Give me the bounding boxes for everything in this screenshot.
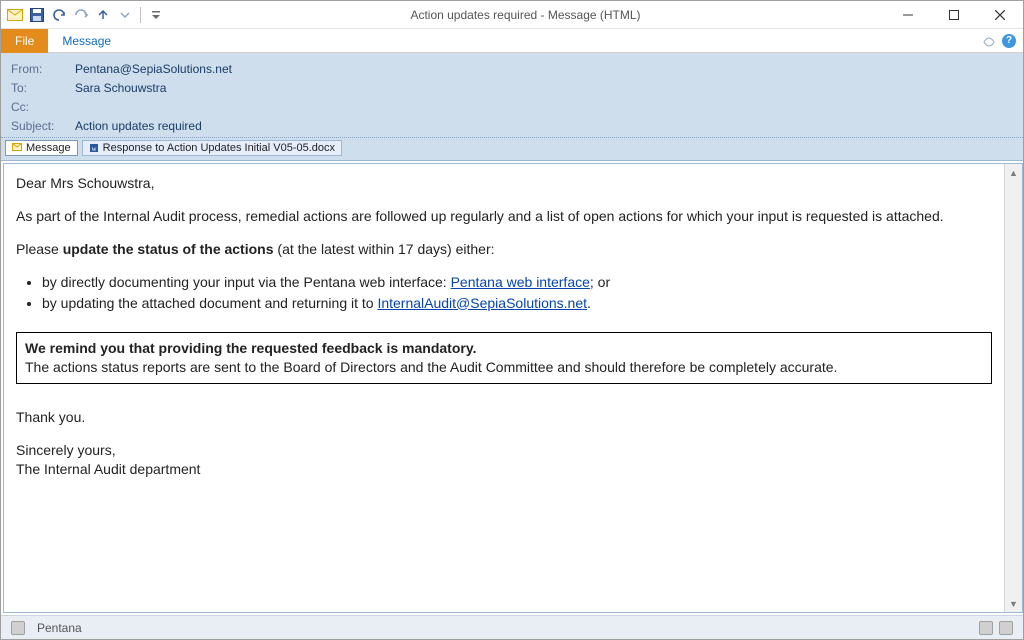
internal-audit-email-link[interactable]: InternalAudit@SepiaSolutions.net — [377, 295, 587, 311]
message-body-frame: Dear Mrs Schouwstra, As part of the Inte… — [3, 163, 1023, 613]
minimize-button[interactable] — [885, 1, 931, 29]
status-icon-1[interactable] — [979, 621, 993, 635]
vertical-scrollbar[interactable]: ▲ ▼ — [1004, 164, 1022, 612]
to-label: To: — [11, 81, 75, 95]
scroll-track[interactable] — [1005, 181, 1022, 595]
list-item: by directly documenting your input via t… — [42, 273, 992, 292]
message-header: From: Pentana@SepiaSolutions.net To: Sar… — [1, 53, 1023, 138]
subject-row: Subject: Action updates required — [11, 116, 1013, 135]
attachment-docx-tab[interactable]: w Response to Action Updates Initial V05… — [82, 140, 342, 156]
cc-row: Cc: — [11, 97, 1013, 116]
title-bar: Action updates required - Message (HTML) — [1, 1, 1023, 29]
attachment-message-tab[interactable]: Message — [5, 140, 78, 156]
ribbon-tabs: File Message ? — [1, 29, 1023, 53]
list-item: by updating the attached document and re… — [42, 294, 992, 313]
redo-icon[interactable] — [71, 5, 91, 25]
attachment-message-label: Message — [26, 142, 71, 154]
next-item-icon[interactable] — [115, 5, 135, 25]
maximize-button[interactable] — [931, 1, 977, 29]
to-row: To: Sara Schouwstra — [11, 78, 1013, 97]
from-row: From: Pentana@SepiaSolutions.net — [11, 59, 1013, 78]
status-bar: Pentana — [1, 615, 1023, 639]
options-list: by directly documenting your input via t… — [42, 273, 992, 313]
help-icon[interactable]: ? — [1001, 33, 1017, 49]
pentana-web-link[interactable]: Pentana web interface — [451, 274, 590, 290]
message-mini-icon — [12, 143, 22, 153]
tab-file[interactable]: File — [1, 29, 48, 53]
word-doc-icon: w — [89, 143, 99, 153]
scroll-down-icon[interactable]: ▼ — [1005, 595, 1022, 612]
scroll-up-icon[interactable]: ▲ — [1005, 164, 1022, 181]
window-controls — [885, 1, 1023, 28]
signature: The Internal Audit department — [16, 460, 992, 479]
quick-access-toolbar — [1, 1, 166, 28]
window-title: Action updates required - Message (HTML) — [166, 1, 885, 28]
body-container: Dear Mrs Schouwstra, As part of the Inte… — [1, 160, 1023, 615]
from-value: Pentana@SepiaSolutions.net — [75, 62, 232, 76]
subject-label: Subject: — [11, 119, 75, 133]
qat-separator — [140, 7, 141, 23]
attachment-strip: Message w Response to Action Updates Ini… — [1, 138, 1023, 160]
undo-icon[interactable] — [49, 5, 69, 25]
previous-item-icon[interactable] — [93, 5, 113, 25]
closing: Sincerely yours, — [16, 441, 992, 460]
attachment-docx-label: Response to Action Updates Initial V05-0… — [103, 142, 335, 154]
thanks: Thank you. — [16, 408, 992, 427]
save-icon[interactable] — [27, 5, 47, 25]
reminder-bold: We remind you that providing the request… — [25, 339, 983, 358]
message-body: Dear Mrs Schouwstra, As part of the Inte… — [4, 164, 1004, 612]
tab-message[interactable]: Message — [48, 29, 125, 53]
close-button[interactable] — [977, 1, 1023, 29]
cc-label: Cc: — [11, 100, 75, 114]
subject-value: Action updates required — [75, 119, 202, 133]
status-right-icons — [979, 621, 1013, 635]
ribbon-right-controls: ? — [981, 33, 1023, 49]
greeting: Dear Mrs Schouwstra, — [16, 174, 992, 193]
collapse-ribbon-icon[interactable] — [981, 33, 997, 49]
please-line: Please update the status of the actions … — [16, 240, 992, 259]
from-label: From: — [11, 62, 75, 76]
intro-paragraph: As part of the Internal Audit process, r… — [16, 207, 992, 226]
customize-qat-icon[interactable] — [146, 5, 166, 25]
reminder-box: We remind you that providing the request… — [16, 332, 992, 384]
to-value: Sara Schouwstra — [75, 81, 166, 95]
status-sender-name: Pentana — [37, 621, 82, 635]
presence-avatar-icon — [11, 621, 25, 635]
status-icon-2[interactable] — [999, 621, 1013, 635]
reminder-text: The actions status reports are sent to t… — [25, 358, 983, 377]
envelope-icon[interactable] — [5, 5, 25, 25]
outlook-message-window: Action updates required - Message (HTML)… — [0, 0, 1024, 640]
